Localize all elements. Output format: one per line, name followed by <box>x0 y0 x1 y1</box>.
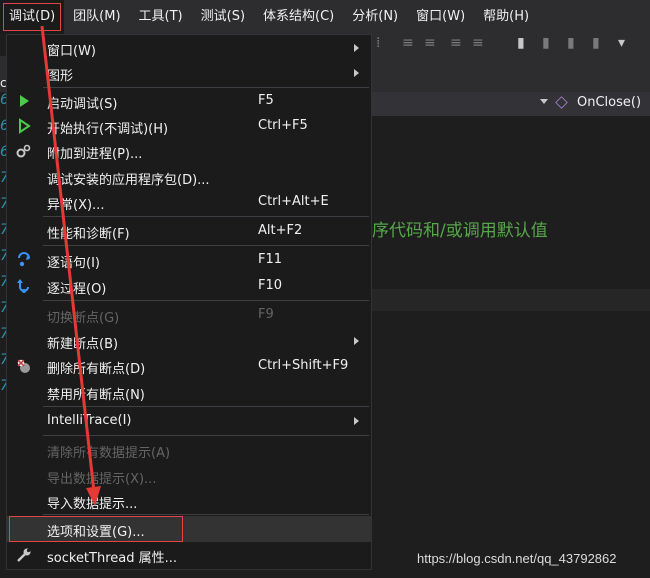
menu-window[interactable]: 窗口(W) <box>407 0 474 34</box>
menu-item-export-data-tips[interactable]: 导出数据提示(X)... <box>7 463 371 489</box>
menu-architecture[interactable]: 体系结构(C) <box>254 0 343 34</box>
menu-item-delete-all-breakpoints[interactable]: 删除所有断点(D) Ctrl+Shift+F9 <box>7 353 371 379</box>
menu-tools[interactable]: 工具(T) <box>130 0 192 34</box>
menu-item-label: 逐语句(I) <box>47 256 100 271</box>
menu-separator <box>43 406 369 407</box>
menu-item-label: 异常(X)... <box>47 198 105 213</box>
overflow-icon[interactable]: ▾ <box>618 35 625 51</box>
menu-item-label: 清除所有数据提示(A) <box>47 446 171 461</box>
menu-item-performance-diagnostics[interactable]: 性能和诊断(F) Alt+F2 <box>7 218 371 244</box>
menu-item-shortcut: F5 <box>258 93 274 108</box>
navigation-bar[interactable]: OnClose() <box>372 92 650 116</box>
menu-item-project-properties[interactable]: socketThread 属性... <box>7 542 371 568</box>
menu-bar: 调试(D) 团队(M) 工具(T) 测试(S) 体系结构(C) 分析(N) 窗口… <box>0 0 650 34</box>
menu-item-label: 调试安装的应用程序包(D)... <box>47 173 210 188</box>
menu-item-step-into[interactable]: 逐语句(I) F11 <box>7 247 371 273</box>
menu-item-label: IntelliTrace(I) <box>47 413 132 428</box>
menu-item-label: 启动调试(S) <box>47 97 118 112</box>
outdent-icon[interactable]: ≡ <box>402 35 414 51</box>
next-bookmark-icon[interactable]: ▮ <box>567 35 575 51</box>
menu-item-start-without-debugging[interactable]: 开始执行(不调试)(H) Ctrl+F5 <box>7 113 371 139</box>
menu-item-label: socketThread 属性... <box>47 551 178 566</box>
menu-item-debug-installed-app[interactable]: 调试安装的应用程序包(D)... <box>7 164 371 190</box>
gears-icon <box>16 144 31 158</box>
step-into-icon <box>18 252 30 267</box>
function-name[interactable]: OnClose() <box>577 95 641 110</box>
menu-item-clear-data-tips[interactable]: 清除所有数据提示(A) <box>7 437 371 463</box>
debug-menu-dropdown: 窗口(W) 图形 启动调试(S) F5 开始执行(不调试)(H) Ctrl+F5… <box>6 34 372 570</box>
menu-item-label: 导入数据提示... <box>47 497 138 512</box>
menu-item-shortcut: Ctrl+F5 <box>258 118 308 133</box>
delete-breakpoints-icon <box>17 359 30 373</box>
step-over-icon <box>17 279 29 293</box>
menu-item-label: 附加到进程(P)... <box>47 147 143 162</box>
menu-item-options-settings[interactable]: 选项和设置(G)... <box>9 516 183 542</box>
menu-item-shortcut: Ctrl+Shift+F9 <box>258 358 349 373</box>
menu-separator <box>43 435 369 436</box>
menu-item-graphics[interactable]: 图形 <box>7 60 371 86</box>
menu-item-label: 图形 <box>47 69 74 84</box>
method-icon <box>555 96 568 109</box>
play-icon <box>20 95 29 107</box>
menu-item-label: 导出数据提示(X)... <box>47 472 157 487</box>
menu-separator <box>43 514 369 515</box>
menu-item-label: 开始执行(不调试)(H) <box>47 122 169 137</box>
menu-item-exceptions[interactable]: 异常(X)... Ctrl+Alt+E <box>7 189 371 215</box>
menu-debug[interactable]: 调试(D) <box>0 0 65 34</box>
menu-team[interactable]: 团队(M) <box>64 0 129 34</box>
wrench-icon <box>17 548 31 562</box>
menu-item-step-over[interactable]: 逐过程(O) F10 <box>7 273 371 299</box>
format-icon[interactable]: ⁞ <box>376 35 380 51</box>
menu-item-label: 删除所有断点(D) <box>47 362 146 377</box>
play-outline-icon <box>19 118 31 134</box>
menu-item-label: 性能和诊断(F) <box>47 227 130 242</box>
menu-separator <box>43 216 369 217</box>
menu-item-label: 窗口(W) <box>47 44 96 59</box>
submenu-arrow-icon <box>354 337 359 345</box>
menu-item-intellitrace[interactable]: IntelliTrace(I) <box>7 408 371 434</box>
code-comment: 序代码和/或调用默认值 <box>372 221 548 241</box>
menu-item-window[interactable]: 窗口(W) <box>7 35 371 61</box>
menu-separator <box>43 245 369 246</box>
menu-item-label: 逐过程(O) <box>47 282 107 297</box>
menu-item-label: 禁用所有断点(N) <box>47 388 145 403</box>
current-line-highlight <box>372 289 650 311</box>
menu-item-label: 选项和设置(G)... <box>47 525 145 540</box>
clear-bookmarks-icon[interactable]: ▮ <box>592 35 600 51</box>
menu-item-shortcut: Alt+F2 <box>258 223 303 238</box>
menu-item-attach-to-process[interactable]: 附加到进程(P)... <box>7 138 371 164</box>
watermark-text: https://blog.csdn.net/qq_43792862 <box>417 551 617 566</box>
menu-item-toggle-breakpoint[interactable]: 切换断点(G) F9 <box>7 302 371 328</box>
menu-item-shortcut: F9 <box>258 307 274 322</box>
bookmark-icon[interactable]: ▮ <box>517 35 525 51</box>
indent-icon[interactable]: ≡ <box>424 35 436 51</box>
submenu-arrow-icon <box>354 417 359 425</box>
menu-item-shortcut: F10 <box>258 278 283 293</box>
menu-item-label: 新建断点(B) <box>47 337 119 352</box>
menu-item-import-data-tips[interactable]: 导入数据提示... <box>7 488 371 514</box>
menu-item-start-debugging[interactable]: 启动调试(S) F5 <box>7 88 371 114</box>
dropdown-arrow-icon[interactable] <box>540 99 548 104</box>
menu-item-label: 切换断点(G) <box>47 311 120 326</box>
comment-icon[interactable]: ≡ <box>450 35 462 51</box>
prev-bookmark-icon[interactable]: ▮ <box>542 35 550 51</box>
submenu-arrow-icon <box>354 44 359 52</box>
menu-item-shortcut: F11 <box>258 252 283 267</box>
menu-item-new-breakpoint[interactable]: 新建断点(B) <box>7 328 371 354</box>
menu-separator <box>43 300 369 301</box>
submenu-arrow-icon <box>354 69 359 77</box>
menu-analyze[interactable]: 分析(N) <box>343 0 407 34</box>
toolbar: ⁞ ≡ ≡ ≡ ≡ ▮ ▮ ▮ ▮ ▾ <box>372 34 650 56</box>
menu-item-disable-all-breakpoints[interactable]: 禁用所有断点(N) <box>7 379 371 405</box>
menu-item-shortcut: Ctrl+Alt+E <box>258 194 329 209</box>
uncomment-icon[interactable]: ≡ <box>472 35 484 51</box>
menu-test[interactable]: 测试(S) <box>192 0 254 34</box>
menu-help[interactable]: 帮助(H) <box>474 0 538 34</box>
